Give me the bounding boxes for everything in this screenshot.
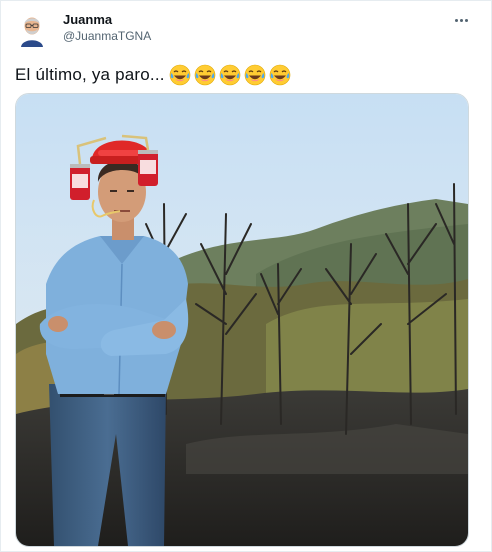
tweet-card[interactable]: Juanma @JuanmaTGNA El último, ya paro... [0, 0, 492, 552]
avatar[interactable] [14, 11, 50, 47]
tears-of-joy-emoji [244, 64, 266, 86]
tears-of-joy-emoji [169, 64, 191, 86]
memoji-avatar-icon [14, 11, 50, 47]
tweet-photo[interactable] [15, 93, 469, 547]
tears-of-joy-emoji [219, 64, 241, 86]
tears-of-joy-emoji [194, 64, 216, 86]
photo-scene [16, 94, 468, 546]
user-name[interactable]: Juanma [63, 12, 112, 27]
user-handle[interactable]: @JuanmaTGNA [63, 29, 151, 43]
tweet-text: El último, ya paro... [15, 64, 291, 86]
tweet-body: El último, ya paro... [15, 65, 165, 84]
more-dots-icon [454, 18, 458, 22]
emoji-row [169, 64, 291, 86]
tears-of-joy-emoji [269, 64, 291, 86]
more-options-button[interactable] [449, 10, 473, 30]
